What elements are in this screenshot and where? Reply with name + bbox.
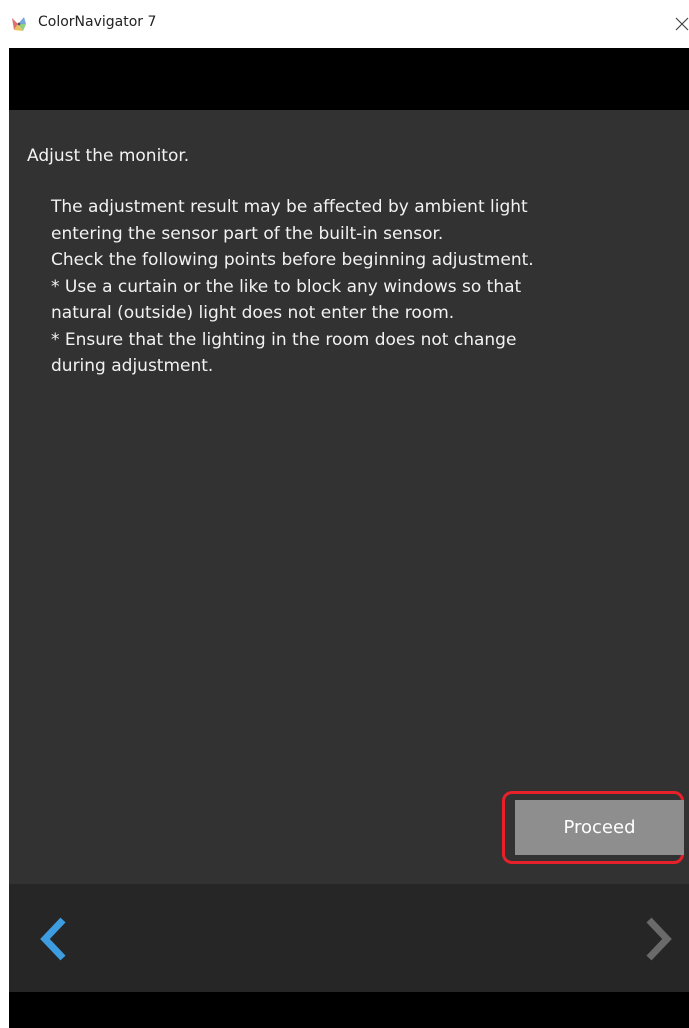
header-band xyxy=(9,48,689,110)
window-title: ColorNavigator 7 xyxy=(38,14,157,30)
footer-band xyxy=(9,992,689,1028)
instruction-line: during adjustment. xyxy=(51,356,214,376)
close-icon xyxy=(675,17,689,31)
instruction-line: entering the sensor part of the built-in… xyxy=(51,223,444,244)
chevron-right-icon xyxy=(646,917,672,961)
colornavigator-app-icon xyxy=(10,15,30,33)
close-button[interactable] xyxy=(643,0,689,48)
forward-button[interactable] xyxy=(631,914,681,964)
instruction-line: * Use a curtain or the like to block any… xyxy=(51,276,522,297)
step-heading: Adjust the monitor. xyxy=(27,146,190,166)
window-left-edge xyxy=(0,48,9,1028)
instruction-line: Check the following points before beginn… xyxy=(51,250,534,270)
title-bar: ColorNavigator 7 xyxy=(0,0,689,48)
instruction-line: The adjustment result may be affected by… xyxy=(51,197,528,217)
chevron-left-icon xyxy=(40,917,66,961)
instruction-line: * Ensure that the lighting in the room d… xyxy=(51,329,517,350)
back-button[interactable] xyxy=(31,914,81,964)
navigation-bar xyxy=(9,884,689,992)
instruction-text: The adjustment result may be affected by… xyxy=(51,194,681,380)
colornavigator-window: ColorNavigator 7 Adjust the monitor. The… xyxy=(0,0,689,1028)
content-panel: Adjust the monitor. The adjustment resul… xyxy=(9,110,689,884)
instruction-line: natural (outside) light does not enter t… xyxy=(51,303,455,323)
proceed-button[interactable]: Proceed xyxy=(515,800,684,855)
